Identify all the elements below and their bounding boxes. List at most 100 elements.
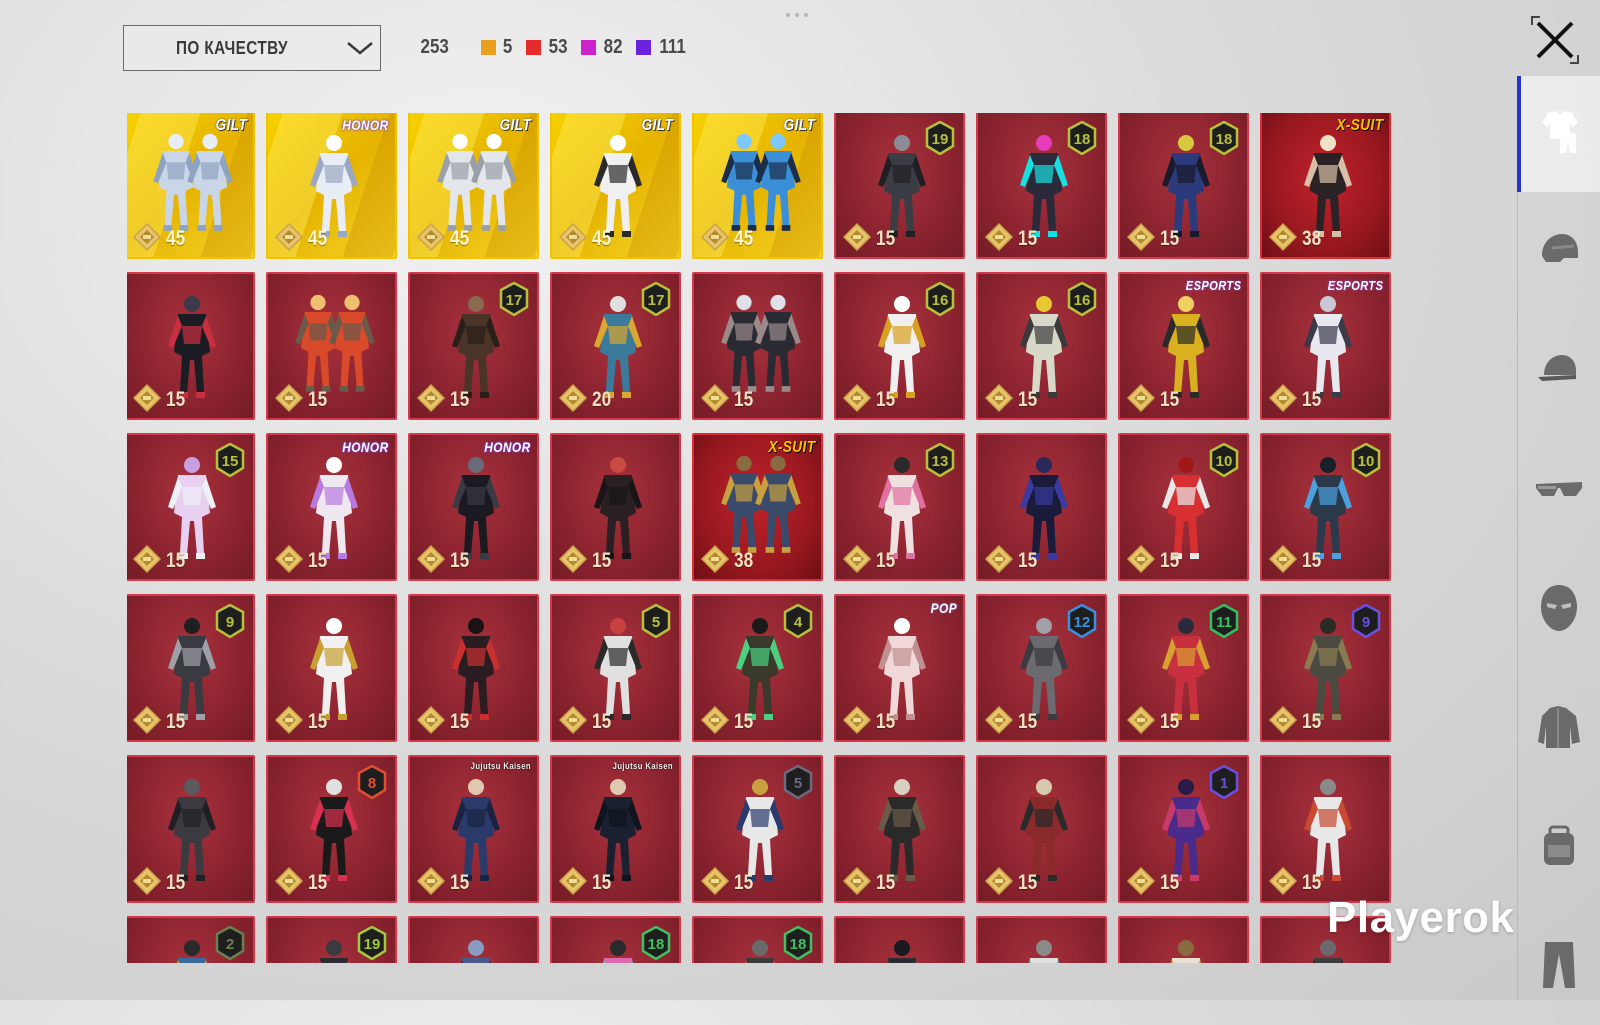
item-card[interactable]: 5 15 [692,755,823,903]
jacket-tab[interactable] [1517,671,1600,787]
item-value: 15 [734,388,754,411]
item-card[interactable]: 18 [550,916,681,963]
item-value: 15 [1302,388,1322,411]
item-card[interactable]: 1 15 [1118,755,1249,903]
currency-icon [984,222,1014,252]
item-card[interactable]: ESPORTS 15 [1118,272,1249,420]
item-card[interactable]: 15 [266,272,397,420]
item-card[interactable]: 15 [550,433,681,581]
item-card[interactable]: 8 15 [266,755,397,903]
item-card[interactable]: X-SUIT 38 [692,433,823,581]
item-card[interactable] [1118,916,1249,963]
level-badge: 18 [641,926,671,960]
item-card[interactable] [976,916,1107,963]
svg-text:18: 18 [648,936,665,953]
currency-icon [1268,705,1298,735]
item-value: 45 [450,227,470,250]
item-card[interactable]: 16 15 [834,272,965,420]
series-tag: GILT [783,117,815,134]
item-card[interactable]: ESPORTS 15 [1260,272,1391,420]
item-card[interactable]: 11 15 [1118,594,1249,742]
level-badge: 1 [1209,765,1239,799]
item-card[interactable]: 15 [692,272,823,420]
svg-text:4: 4 [794,614,803,631]
outfit-tab[interactable] [1517,76,1600,192]
item-card[interactable]: 15 [127,755,255,903]
svg-text:8: 8 [368,775,376,792]
item-card[interactable]: 15 [266,594,397,742]
backpack-tab[interactable] [1517,790,1600,906]
item-card[interactable]: GILT 45 [550,113,681,259]
item-card[interactable]: 2 [127,916,255,963]
item-card[interactable]: 9 15 [1260,594,1391,742]
item-card[interactable]: 15 15 [127,433,255,581]
item-card[interactable]: 15 [127,272,255,420]
item-card[interactable]: 15 [834,755,965,903]
glasses-icon [1534,474,1584,509]
currency-icon [1126,383,1156,413]
item-card[interactable]: 18 15 [976,113,1107,259]
item-card[interactable]: HONOR 15 [408,433,539,581]
item-card[interactable]: 19 15 [834,113,965,259]
pants-tab[interactable] [1517,909,1600,1025]
item-card[interactable]: 15 [976,433,1107,581]
item-card[interactable]: 19 [266,916,397,963]
item-card[interactable]: Jujutsu Kaisen 15 [550,755,681,903]
svg-text:5: 5 [652,614,660,631]
currency-icon [842,544,872,574]
item-card[interactable]: 5 15 [550,594,681,742]
level-badge: 9 [215,604,245,638]
item-card[interactable]: GILT 45 [408,113,539,259]
helmet-tab[interactable] [1517,195,1600,311]
item-card[interactable] [408,916,539,963]
svg-text:17: 17 [506,292,523,309]
item-value: 15 [166,388,186,411]
total-count: 253 [420,35,449,58]
glasses-tab[interactable] [1517,433,1600,549]
close-button[interactable] [1530,15,1580,65]
mask-tab[interactable] [1517,552,1600,668]
item-card[interactable]: 12 15 [976,594,1107,742]
item-card[interactable]: HONOR 45 [266,113,397,259]
item-card[interactable] [834,916,965,963]
item-card[interactable]: 15 [976,755,1107,903]
series-tag: X-SUIT [1335,117,1383,134]
item-card[interactable]: 4 15 [692,594,823,742]
svg-text:19: 19 [932,131,949,148]
item-card[interactable]: X-SUIT 38 [1260,113,1391,259]
sort-dropdown[interactable]: ПО КАЧЕСТВУ [123,25,381,71]
mythic-swatch [525,39,541,55]
cap-tab[interactable] [1517,314,1600,430]
svg-text:9: 9 [226,614,234,631]
currency-icon [1268,383,1298,413]
item-card[interactable]: POP 15 [834,594,965,742]
item-card[interactable]: 15 [408,594,539,742]
item-card[interactable]: 17 20 [550,272,681,420]
item-card[interactable]: 10 15 [1260,433,1391,581]
item-card[interactable]: GILT 45 [692,113,823,259]
rare-swatch [636,39,651,55]
item-card[interactable]: 17 15 [408,272,539,420]
series-tag: GILT [215,117,247,134]
item-card[interactable]: 15 [1260,755,1391,903]
item-value: 15 [592,549,612,572]
level-badge: 15 [215,443,245,477]
item-card[interactable]: 13 15 [834,433,965,581]
item-card[interactable]: HONOR 15 [266,433,397,581]
category-sidebar [1517,76,1600,1000]
item-card[interactable]: GILT 45 [127,113,255,259]
series-tag: POP [930,600,957,616]
item-card[interactable]: 18 15 [1118,113,1249,259]
level-badge: 17 [641,282,671,316]
item-value: 15 [308,710,328,733]
currency-icon [132,222,162,252]
jacket-icon [1536,704,1582,755]
drag-handle[interactable] [786,13,808,17]
item-card[interactable] [1260,916,1391,963]
level-badge: 12 [1067,604,1097,638]
item-card[interactable]: Jujutsu Kaisen 15 [408,755,539,903]
item-card[interactable]: 18 [692,916,823,963]
item-card[interactable]: 9 15 [127,594,255,742]
item-card[interactable]: 16 15 [976,272,1107,420]
item-card[interactable]: 10 15 [1118,433,1249,581]
